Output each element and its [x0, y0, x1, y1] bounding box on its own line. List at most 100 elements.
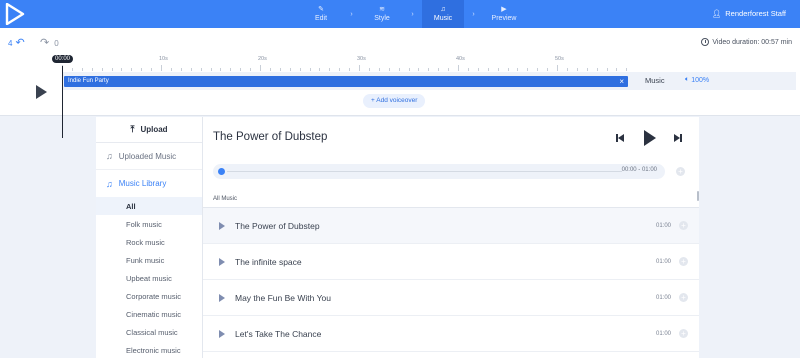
tab-edit[interactable]: ✎ Edit	[300, 0, 342, 28]
playhead[interactable]	[62, 66, 63, 138]
upload-label: Upload	[140, 125, 168, 134]
song-duration: 01:00	[655, 330, 671, 337]
section-label: All Music	[213, 196, 238, 202]
renderforest-logo-icon[interactable]	[5, 3, 25, 25]
add-song-icon[interactable]: +	[679, 257, 688, 266]
ruler-tick	[477, 68, 479, 71]
play-icon[interactable]	[219, 329, 225, 338]
ruler-tick	[141, 68, 143, 71]
ruler-tick	[438, 68, 440, 71]
play-icon[interactable]	[219, 257, 225, 266]
redo-count: 0	[54, 38, 59, 48]
redo-button[interactable]: ↷ 0	[40, 38, 59, 49]
ruler-tick	[606, 68, 608, 71]
ruler-tick	[527, 68, 529, 71]
genre-cinematic[interactable]: Cinematic music	[96, 305, 202, 323]
time-ruler[interactable]: 10s 20s 30s 40s 50s	[62, 56, 629, 71]
ruler-tick	[71, 68, 73, 71]
sidebar-item-music-library[interactable]: ♫ Music Library	[96, 170, 202, 197]
ruler-tick	[576, 68, 578, 71]
remove-track-icon[interactable]: ×	[619, 76, 624, 87]
ruler-tick	[339, 68, 341, 71]
tab-preview-label: Preview	[491, 15, 517, 22]
track-type-label: Music	[645, 76, 665, 85]
list-item[interactable]: Let's Take The Chance 01:00 +	[203, 316, 699, 352]
ruler-tick	[250, 68, 252, 71]
music-notes-icon: ♫	[106, 151, 113, 161]
genre-all[interactable]: All	[96, 197, 202, 215]
ruler-tick	[101, 68, 103, 71]
add-voiceover-button[interactable]: + Add voiceover	[363, 94, 426, 108]
ruler-tick	[626, 68, 628, 71]
ruler-tick	[329, 68, 331, 71]
ruler-tick	[319, 68, 321, 71]
progress-handle[interactable]	[218, 168, 225, 175]
music-track-clip[interactable]: Indie Fun Party ×	[64, 76, 628, 87]
ruler-tick	[408, 68, 410, 71]
ruler-tick	[121, 68, 123, 71]
ruler-tick	[517, 68, 519, 71]
top-bar: ✎ Edit › ≋ Style › ♫ Music › ▶ Preview 👤…	[0, 0, 800, 28]
list-item[interactable]: May the Fun Be With You 01:00 +	[203, 280, 699, 316]
tab-preview[interactable]: ▶ Preview	[483, 0, 525, 28]
genre-classical[interactable]: Classical music	[96, 323, 202, 341]
ruler-tick	[388, 68, 390, 71]
add-song-icon[interactable]: +	[679, 329, 688, 338]
upload-button[interactable]: ⤒ Upload	[96, 117, 202, 143]
ruler-tick	[566, 68, 568, 71]
add-song-icon[interactable]: +	[679, 293, 688, 302]
ruler-tick	[279, 68, 281, 71]
ruler-tick	[131, 68, 133, 71]
clock-icon	[701, 38, 710, 46]
song-name: Let's Take The Chance	[235, 328, 322, 339]
play-icon[interactable]	[219, 221, 225, 230]
timeline-panel: 4 ↶ ↷ 0 Video duration: 00:57 min 10s 20s…	[0, 28, 800, 138]
list-item[interactable]: The infinite space 01:00 +	[203, 244, 699, 280]
genre-folk[interactable]: Folk music	[96, 215, 202, 233]
ruler-tick	[161, 65, 162, 71]
ruler-tick	[378, 68, 380, 71]
song-name: The infinite space	[235, 256, 302, 267]
ruler-tick	[537, 68, 539, 71]
tab-edit-label: Edit	[314, 15, 328, 22]
ruler-tick	[111, 68, 113, 71]
genre-corporate[interactable]: Corporate music	[96, 287, 202, 305]
play-button[interactable]	[644, 130, 656, 146]
genre-electronic[interactable]: Electronic music	[96, 341, 202, 358]
current-song-title: The Power of Dubstep	[213, 131, 328, 143]
next-track-icon[interactable]	[674, 134, 683, 142]
user-icon: 👤︎	[711, 9, 722, 18]
play-icon: ▶	[501, 6, 507, 13]
song-progress-bar[interactable]: 00:00 - 01:00	[213, 164, 665, 179]
sidebar-item-uploaded-music[interactable]: ♫ Uploaded Music	[96, 143, 202, 170]
tab-style[interactable]: ≋ Style	[361, 0, 403, 28]
ruler-tick	[81, 68, 83, 71]
play-icon[interactable]	[219, 293, 225, 302]
ruler-tick	[210, 68, 212, 71]
progress-track	[227, 171, 622, 172]
add-song-icon[interactable]: +	[679, 221, 688, 230]
ruler-tick	[200, 68, 202, 71]
user-menu[interactable]: 👤︎ Renderforest Staff	[712, 9, 786, 18]
previous-track-icon[interactable]	[616, 134, 625, 142]
user-name: Renderforest Staff	[725, 9, 786, 18]
ruler-tick-label: 30s	[357, 56, 366, 62]
ruler-tick	[487, 68, 489, 71]
track-name: Indie Fun Party	[68, 78, 109, 84]
tab-music[interactable]: ♫ Music	[422, 0, 464, 28]
add-song-icon[interactable]: +	[676, 167, 685, 176]
ruler-tick	[428, 68, 430, 71]
chevron-right-icon: ›	[411, 10, 414, 18]
ruler-tick	[497, 68, 499, 71]
music-notes-icon: ♫	[106, 178, 113, 189]
genre-rock[interactable]: Rock music	[96, 233, 202, 251]
volume-icon: 🔈︎	[685, 76, 690, 83]
genre-funk[interactable]: Funk music	[96, 251, 202, 269]
genre-upbeat[interactable]: Upbeat music	[96, 269, 202, 287]
scrollbar[interactable]	[697, 191, 699, 201]
volume-control[interactable]: 🔈︎ 100%	[685, 76, 709, 84]
list-item[interactable]: The Power of Dubstep 01:00 +	[203, 208, 699, 244]
volume-value: 100%	[691, 76, 710, 84]
undo-button[interactable]: 4 ↶	[8, 38, 25, 49]
timeline-play-icon[interactable]	[36, 85, 47, 99]
